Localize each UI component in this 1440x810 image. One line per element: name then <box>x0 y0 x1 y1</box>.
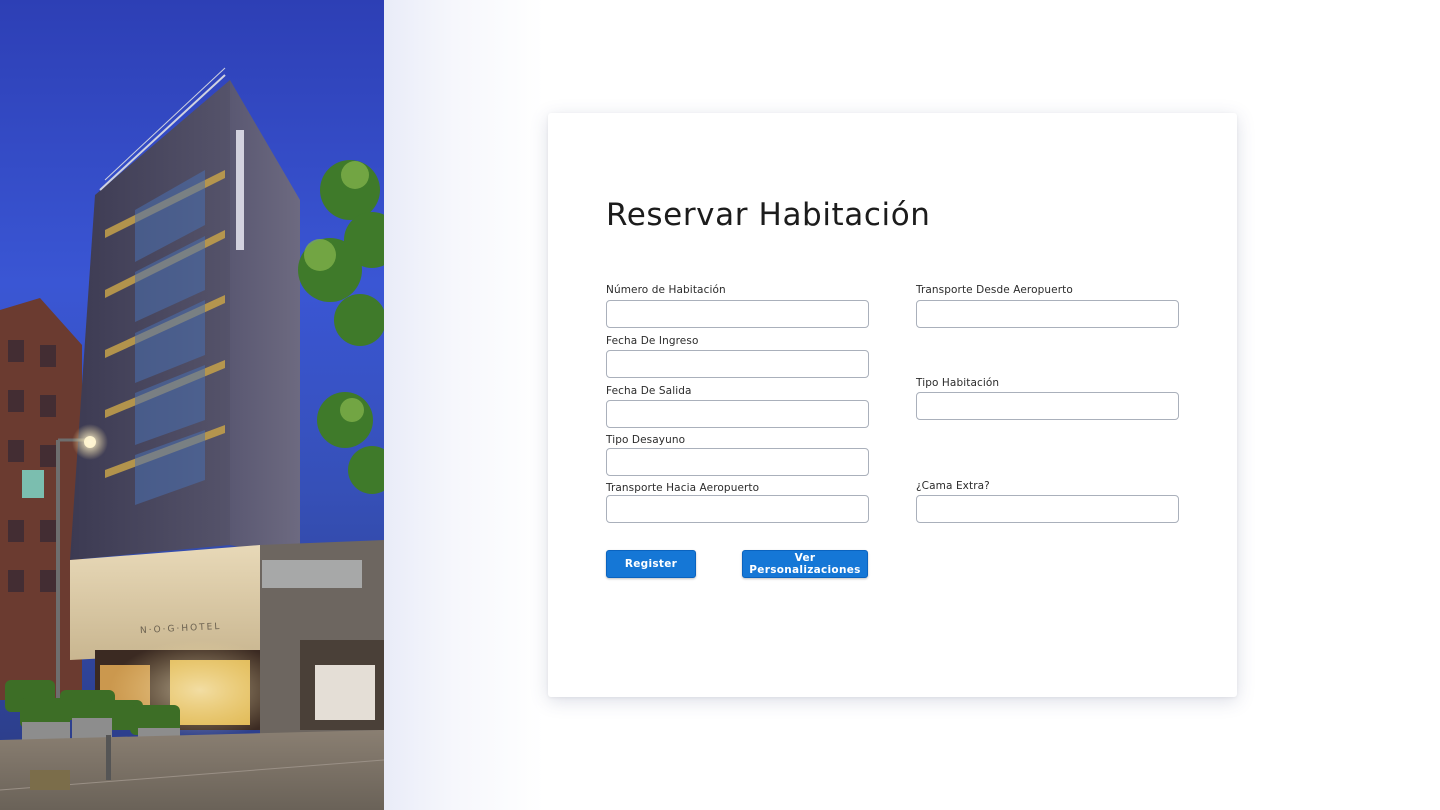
tipo-habitacion-label: Tipo Habitación <box>916 377 1000 389</box>
transporte-hacia-label: Transporte Hacia Aeropuerto <box>606 482 760 494</box>
transporte-desde-label: Transporte Desde Aeropuerto <box>916 284 1073 296</box>
hotel-photo: N·O·G·HOTEL <box>0 0 384 810</box>
transporte-desde-input[interactable] <box>916 300 1179 328</box>
fecha-ingreso-input[interactable] <box>606 350 869 378</box>
fecha-salida-input[interactable] <box>606 400 869 428</box>
reservation-form-card: Reservar Habitación Número de Habitación… <box>548 113 1237 697</box>
transporte-hacia-input[interactable] <box>606 495 869 523</box>
cama-extra-input[interactable] <box>916 495 1179 523</box>
fecha-salida-label: Fecha De Salida <box>606 385 692 397</box>
cama-extra-label: ¿Cama Extra? <box>916 480 990 492</box>
numero-habitacion-label: Número de Habitación <box>606 284 726 296</box>
tipo-desayuno-label: Tipo Desayuno <box>606 434 686 446</box>
ver-personalizaciones-button[interactable]: Ver Personalizaciones <box>742 550 868 578</box>
page-title: Reservar Habitación <box>606 197 931 233</box>
numero-habitacion-input[interactable] <box>606 300 869 328</box>
page: N·O·G·HOTEL Reservar Habitación Número d… <box>0 0 1440 810</box>
tipo-habitacion-input[interactable] <box>916 392 1179 420</box>
tipo-desayuno-input[interactable] <box>606 448 869 476</box>
fecha-ingreso-label: Fecha De Ingreso <box>606 335 699 347</box>
register-button[interactable]: Register <box>606 550 696 578</box>
